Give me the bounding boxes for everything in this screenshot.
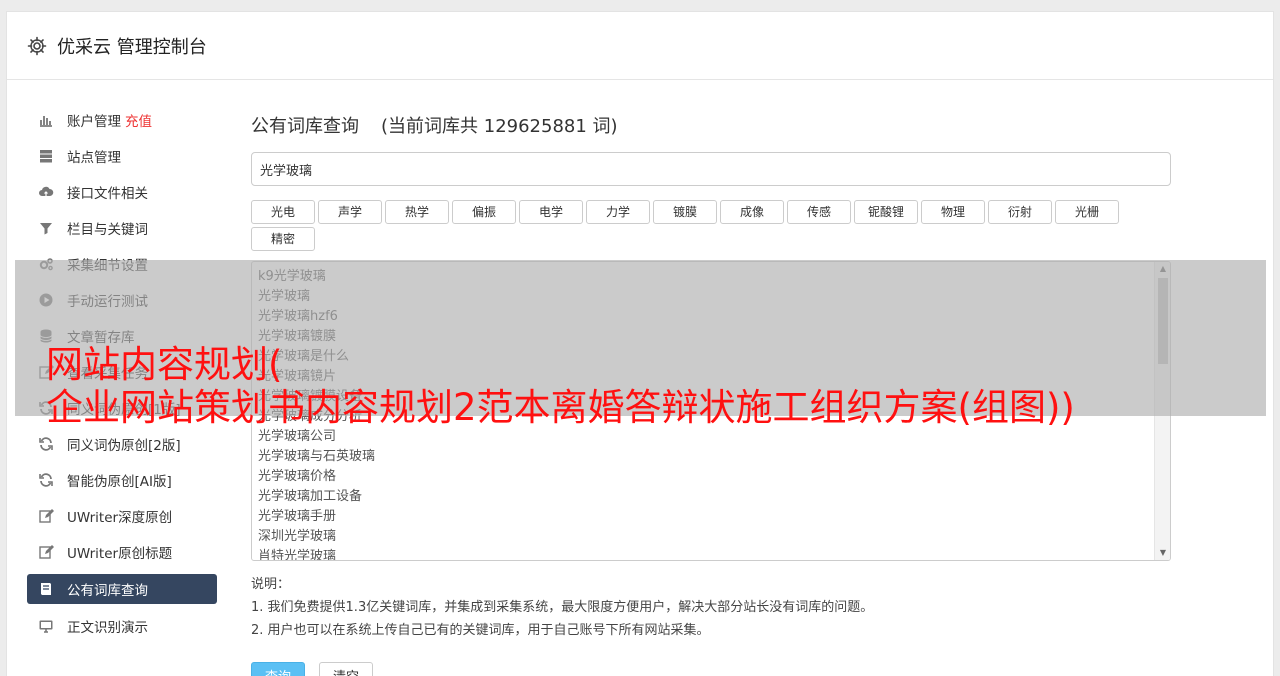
tag-button[interactable]: 电学	[519, 200, 583, 224]
sidebar-item[interactable]: 栏目与关键词	[27, 210, 217, 246]
sidebar-item-label: 公有词库查询	[67, 583, 148, 599]
tag-button[interactable]: 镀膜	[653, 200, 717, 224]
tag-button[interactable]: 精密	[251, 227, 315, 251]
edit-icon	[37, 508, 55, 524]
sidebar-item-label: UWriter原创标题	[67, 546, 173, 562]
tag-button[interactable]: 光电	[251, 200, 315, 224]
header: 优采云 管理控制台	[7, 12, 1273, 80]
sidebar-item[interactable]: UWriter深度原创	[27, 498, 217, 534]
book-icon	[37, 581, 55, 597]
cloud-upload-icon	[37, 184, 55, 200]
result-item[interactable]: 深圳光学玻璃	[258, 527, 1164, 547]
sidebar-item-label: 正文识别演示	[67, 620, 148, 636]
bar-chart-icon	[37, 112, 55, 128]
sidebar-item-label: 账户管理	[67, 114, 121, 130]
sidebar-item-label: 栏目与关键词	[67, 222, 148, 238]
sidebar-item[interactable]: 公有词库查询	[27, 574, 217, 604]
sidebar-item-label: 同义词伪原创[2版]	[67, 438, 181, 454]
app-title: 优采云 管理控制台	[57, 36, 207, 58]
result-item[interactable]: 光学玻璃加工设备	[258, 487, 1164, 507]
tag-button[interactable]: 热学	[385, 200, 449, 224]
gear-icon	[27, 36, 47, 55]
page-title-text: 公有词库查询	[251, 116, 359, 137]
result-item[interactable]: 光学玻璃价格	[258, 467, 1164, 487]
sidebar-item[interactable]: 正文识别演示	[27, 608, 217, 644]
overlay-caption: 网站内容规划( 企业网站策划书内容规划2范本离婚答辩状施工组织方案(组图))	[46, 343, 1266, 429]
sidebar-item[interactable]: 站点管理	[27, 138, 217, 174]
result-item[interactable]: 光学玻璃手册	[258, 507, 1164, 527]
clear-button[interactable]: 清空	[319, 662, 373, 676]
word-count: (当前词库共 129625881 词)	[381, 116, 618, 137]
note-line: 1. 我们免费提供1.3亿关键词库，并集成到采集系统，最大限度方便用户，解决大部…	[251, 600, 874, 615]
result-item[interactable]: 光学玻璃公司	[258, 427, 1164, 447]
query-button[interactable]: 查询	[251, 662, 305, 676]
sidebar-item-label: UWriter深度原创	[67, 510, 173, 526]
tag-button[interactable]: 衍射	[988, 200, 1052, 224]
result-item[interactable]: 肖特光学玻璃	[258, 547, 1164, 560]
tag-button[interactable]: 力学	[586, 200, 650, 224]
filter-icon	[37, 220, 55, 236]
sidebar-item-label: 接口文件相关	[67, 186, 148, 202]
tag-list: 光电 声学 热学 偏振 电学 力学 镀膜 成像 传感 铌酸锂 物理 衍射 光栅精密	[251, 200, 1171, 251]
tag-button[interactable]: 光栅	[1055, 200, 1119, 224]
refresh-icon	[37, 436, 55, 452]
tag-button[interactable]: 传感	[787, 200, 851, 224]
result-item[interactable]: 光学玻璃与石英玻璃	[258, 447, 1164, 467]
edit-icon	[37, 544, 55, 560]
note-line: 2. 用户也可以在系统上传自己已有的关键词库，用于自己账号下所有网站采集。	[251, 623, 710, 638]
keyword-search-input[interactable]	[251, 152, 1171, 186]
tag-button[interactable]: 声学	[318, 200, 382, 224]
tag-button[interactable]: 物理	[921, 200, 985, 224]
sidebar-item[interactable]: 账户管理 充值	[27, 102, 217, 138]
notes: 说明： 1. 我们免费提供1.3亿关键词库，并集成到采集系统，最大限度方便用户，…	[251, 573, 1175, 642]
sidebar-item-label: 智能伪原创[AI版]	[67, 474, 172, 490]
sidebar-item-label: 站点管理	[67, 150, 121, 166]
notes-heading: 说明：	[251, 577, 291, 592]
page-title: 公有词库查询 (当前词库共 129625881 词)	[251, 112, 1175, 140]
scroll-down-icon[interactable]: ▼	[1155, 546, 1170, 560]
button-row: 查询 清空	[251, 662, 1175, 676]
tag-button[interactable]: 偏振	[452, 200, 516, 224]
overlay-line-1: 网站内容规划(	[46, 343, 283, 386]
sidebar-item[interactable]: 接口文件相关	[27, 174, 217, 210]
recharge-link[interactable]: 充值	[125, 110, 152, 130]
sidebar-item[interactable]: 智能伪原创[AI版]	[27, 462, 217, 498]
monitor-icon	[37, 618, 55, 634]
overlay-line-2: 企业网站策划书内容规划2范本离婚答辩状施工组织方案(组图))	[46, 386, 1075, 429]
tag-button[interactable]: 成像	[720, 200, 784, 224]
refresh-icon	[37, 472, 55, 488]
sidebar-item[interactable]: UWriter原创标题	[27, 534, 217, 570]
server-icon	[37, 148, 55, 164]
tag-button[interactable]: 铌酸锂	[854, 200, 918, 224]
sidebar-item[interactable]: 同义词伪原创[2版]	[27, 426, 217, 462]
